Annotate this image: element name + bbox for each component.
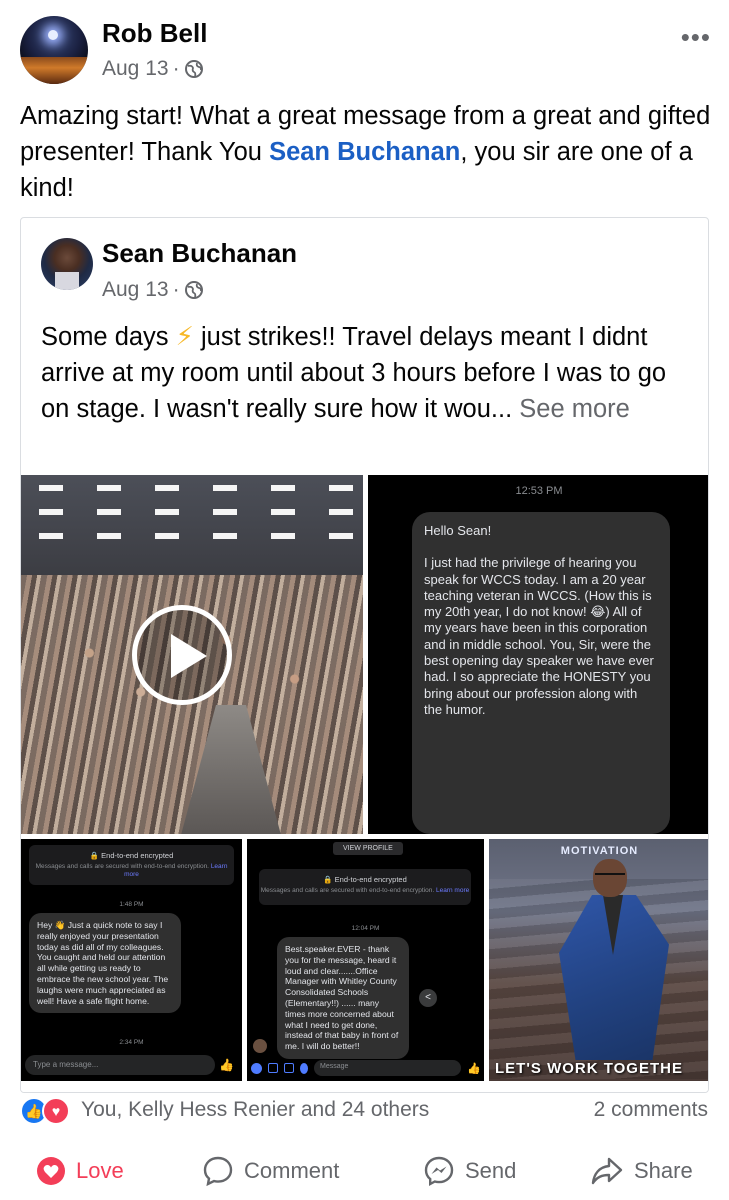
sender-avatar [253, 1039, 267, 1053]
encryption-title: 🔒 End-to-end encrypted [323, 875, 407, 884]
see-more-link[interactable]: See more [519, 395, 630, 423]
message-screenshot-3[interactable]: VIEW PROFILE 🔒 End-to-end encrypted Mess… [247, 839, 484, 1081]
share-icon[interactable]: < [419, 989, 437, 1007]
shared-post[interactable]: Sean Buchanan Aug 13 · Some days ⚡ just … [20, 217, 709, 1093]
share-label: Share [634, 1158, 693, 1183]
comments-count[interactable]: 2 comments [594, 1098, 708, 1122]
video-thumbnail[interactable] [21, 475, 363, 834]
play-button[interactable] [132, 605, 232, 705]
reaction-icons[interactable]: 👍 ♥ [20, 1097, 78, 1127]
shared-post-text: Some days ⚡ just strikes!! Travel delays… [41, 318, 696, 427]
message-body: I just had the privilege of hearing you … [424, 555, 654, 717]
messenger-icon [424, 1156, 454, 1187]
love-label: Love [76, 1158, 124, 1183]
photo-bottom-text: LET'S WORK TOGETHE [495, 1060, 683, 1077]
message-bubble: Hey 👋 Just a quick note to say I really … [29, 913, 181, 1014]
mention-link[interactable]: Sean Buchanan [269, 138, 460, 166]
comment-button[interactable]: Comment [202, 1156, 340, 1187]
lightning-bolt-icon: ⚡ [175, 321, 194, 351]
author-avatar[interactable] [20, 16, 88, 84]
message-input[interactable]: Type a message... [25, 1055, 215, 1075]
action-bar: Love Comment Send Share [0, 1140, 729, 1200]
camera-icon[interactable] [268, 1063, 278, 1073]
learn-more-link[interactable]: Learn more [436, 887, 469, 894]
shared-text-start: Some days [41, 323, 176, 351]
encryption-notice: 🔒 End-to-end encrypted Messages and call… [29, 845, 234, 885]
meta-separator: · [172, 278, 180, 301]
encryption-subtitle: Messages and calls are secured with end-… [260, 887, 470, 894]
more-options-icon[interactable]: ••• [681, 22, 711, 53]
post-text: Amazing start! What a great message from… [20, 98, 720, 206]
post-meta: Aug 13 · [102, 57, 204, 81]
ceiling-lights [21, 485, 363, 545]
send-label: Send [465, 1158, 517, 1183]
plus-icon[interactable] [251, 1062, 262, 1074]
message-greeting: Hello Sean! [424, 523, 492, 538]
post-date[interactable]: Aug 13 [102, 57, 169, 81]
send-button[interactable]: Send [423, 1156, 517, 1187]
message-input[interactable]: Message [314, 1060, 462, 1076]
shared-post-date[interactable]: Aug 13 [102, 278, 169, 302]
message-screenshot-2[interactable]: 🔒 End-to-end encrypted Messages and call… [21, 839, 242, 1081]
speaker-figure [559, 859, 669, 1060]
author-name[interactable]: Rob Bell [102, 18, 207, 49]
message-screenshot-1[interactable]: 12:53 PM Hello Sean! I just had the priv… [368, 475, 708, 834]
thumbs-up-icon[interactable]: 👍 [219, 1058, 234, 1072]
message-bubble: Best.speaker.EVER - thank you for the me… [277, 937, 409, 1059]
comment-icon [203, 1156, 233, 1187]
love-button[interactable]: Love [36, 1156, 124, 1186]
reactions-row: 👍 ♥ You, Kelly Hess Renier and 24 others… [0, 1093, 729, 1133]
share-arrow-icon [591, 1157, 623, 1185]
message-time: 1:48 PM [119, 901, 144, 908]
post-header: Rob Bell Aug 13 · ••• [0, 0, 729, 96]
media-grid: 12:53 PM Hello Sean! I just had the priv… [21, 475, 708, 1092]
meta-separator: · [172, 57, 180, 80]
message-time: 2:34 PM [119, 1039, 144, 1046]
globe-icon [184, 281, 203, 299]
message-bubble: Hello Sean! I just had the privilege of … [412, 512, 670, 834]
shared-post-meta: Aug 13 · [102, 278, 204, 302]
speaker-photo[interactable]: MOTIVATION LET'S WORK TOGETHE [489, 839, 708, 1081]
love-reaction-icon: ♥ [42, 1097, 70, 1125]
encryption-notice: 🔒 End-to-end encrypted Messages and call… [259, 869, 471, 905]
image-icon[interactable] [284, 1063, 294, 1073]
globe-icon [184, 60, 203, 78]
thumbs-up-icon[interactable]: 👍 [467, 1062, 481, 1075]
heart-icon [37, 1157, 65, 1185]
share-button[interactable]: Share [590, 1156, 693, 1186]
comment-label: Comment [244, 1158, 340, 1183]
message-time: 12:04 PM [351, 925, 380, 932]
composer-toolbar: Message 👍 [251, 1059, 481, 1077]
message-time: 12:53 PM [515, 485, 563, 497]
photo-top-text: MOTIVATION [560, 845, 639, 857]
encryption-subtitle: Messages and calls are secured with end-… [35, 863, 228, 878]
reaction-summary[interactable]: You, Kelly Hess Renier and 24 others [81, 1098, 429, 1122]
play-icon [171, 634, 207, 678]
view-profile-button[interactable]: VIEW PROFILE [333, 842, 403, 855]
microphone-icon[interactable] [300, 1062, 308, 1074]
encryption-title: 🔒 End-to-end encrypted [89, 851, 174, 860]
shared-author-name[interactable]: Sean Buchanan [102, 238, 297, 269]
shared-author-avatar[interactable] [41, 238, 93, 290]
